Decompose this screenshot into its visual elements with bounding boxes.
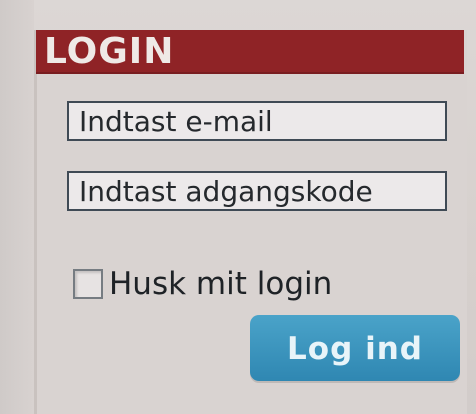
page-left-edge xyxy=(0,0,34,414)
password-input[interactable] xyxy=(67,171,447,211)
remember-login-checkbox[interactable] xyxy=(73,269,103,299)
login-page: LOGIN Husk mit login Log ind xyxy=(0,0,476,414)
remember-login-label[interactable]: Husk mit login xyxy=(109,266,332,302)
login-title: LOGIN xyxy=(44,31,175,72)
email-input[interactable] xyxy=(67,101,447,141)
remember-login-row[interactable]: Husk mit login xyxy=(73,264,332,304)
login-button[interactable]: Log ind xyxy=(250,315,460,381)
login-header: LOGIN xyxy=(36,30,464,74)
